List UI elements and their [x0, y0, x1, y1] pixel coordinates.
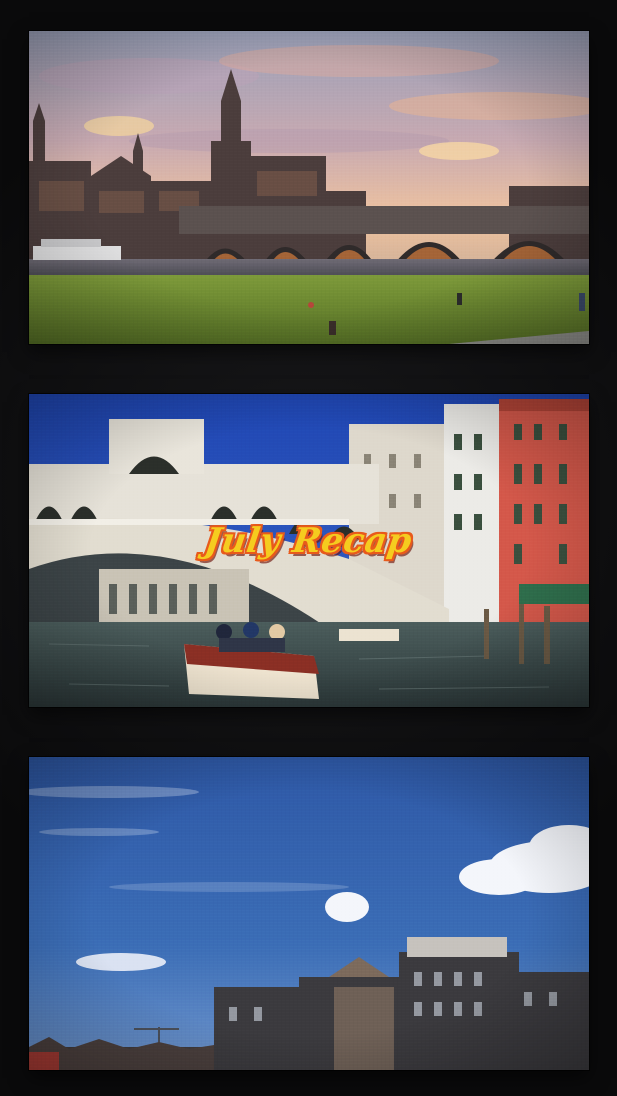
dresden-sunset-photo — [29, 31, 589, 344]
photo-panel-3[interactable] — [29, 757, 589, 1070]
venice-rialto-photo — [29, 394, 589, 707]
amsterdam-sky-photo — [29, 757, 589, 1070]
photo-panel-2[interactable] — [29, 394, 589, 707]
photo-panel-1[interactable] — [29, 31, 589, 344]
story-canvas: July Recap — [0, 0, 617, 1096]
